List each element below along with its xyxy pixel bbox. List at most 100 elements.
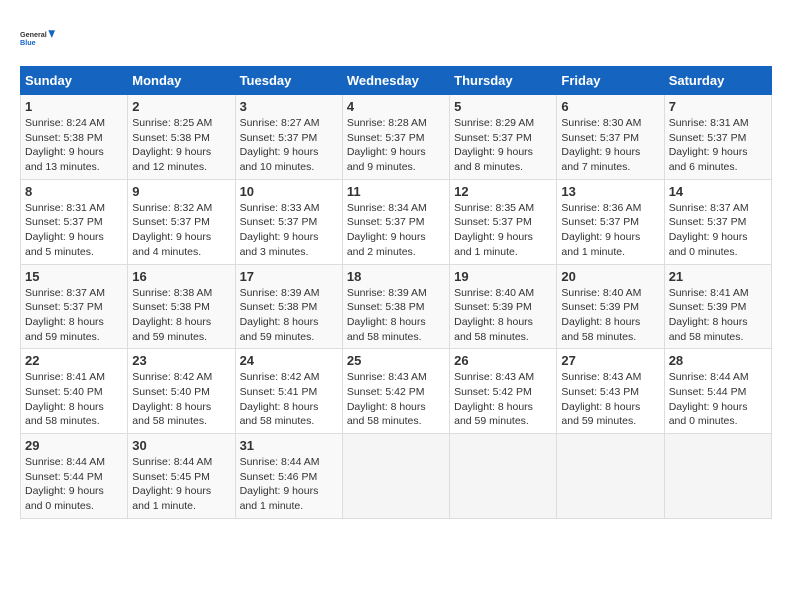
day-info: Sunrise: 8:33 AM Sunset: 5:37 PM Dayligh… — [240, 201, 338, 260]
day-info: Sunrise: 8:44 AM Sunset: 5:45 PM Dayligh… — [132, 455, 230, 514]
calendar-week-row: 22 Sunrise: 8:41 AM Sunset: 5:40 PM Dayli… — [21, 349, 772, 434]
calendar-cell: 27 Sunrise: 8:43 AM Sunset: 5:43 PM Dayli… — [557, 349, 664, 434]
svg-text:Blue: Blue — [20, 38, 36, 47]
calendar-body: 1Sunrise: 8:24 AM Sunset: 5:38 PM Daylig… — [21, 95, 772, 519]
calendar-week-row: 15Sunrise: 8:37 AM Sunset: 5:37 PM Dayli… — [21, 264, 772, 349]
day-info: Sunrise: 8:40 AM Sunset: 5:39 PM Dayligh… — [454, 286, 552, 345]
day-number: 13 — [561, 184, 659, 199]
day-number: 18 — [347, 269, 445, 284]
day-number: 27 — [561, 353, 659, 368]
day-number: 25 — [347, 353, 445, 368]
weekday-header-tuesday: Tuesday — [235, 67, 342, 95]
calendar-cell: 7Sunrise: 8:31 AM Sunset: 5:37 PM Daylig… — [664, 95, 771, 180]
calendar-cell: 11 Sunrise: 8:34 AM Sunset: 5:37 PM Dayli… — [342, 179, 449, 264]
day-info: Sunrise: 8:31 AM Sunset: 5:37 PM Dayligh… — [25, 201, 123, 260]
day-number: 19 — [454, 269, 552, 284]
calendar-cell — [664, 434, 771, 519]
day-info: Sunrise: 8:25 AM Sunset: 5:38 PM Dayligh… — [132, 116, 230, 175]
day-info: Sunrise: 8:43 AM Sunset: 5:42 PM Dayligh… — [454, 370, 552, 429]
day-info: Sunrise: 8:39 AM Sunset: 5:38 PM Dayligh… — [240, 286, 338, 345]
calendar-cell: 18 Sunrise: 8:39 AM Sunset: 5:38 PM Dayli… — [342, 264, 449, 349]
day-number: 30 — [132, 438, 230, 453]
calendar-table: SundayMondayTuesdayWednesdayThursdayFrid… — [20, 66, 772, 519]
day-number: 11 — [347, 184, 445, 199]
weekday-header-saturday: Saturday — [664, 67, 771, 95]
calendar-week-row: 1Sunrise: 8:24 AM Sunset: 5:38 PM Daylig… — [21, 95, 772, 180]
day-info: Sunrise: 8:32 AM Sunset: 5:37 PM Dayligh… — [132, 201, 230, 260]
day-number: 5 — [454, 99, 552, 114]
day-info: Sunrise: 8:44 AM Sunset: 5:44 PM Dayligh… — [669, 370, 767, 429]
day-number: 23 — [132, 353, 230, 368]
day-info: Sunrise: 8:39 AM Sunset: 5:38 PM Dayligh… — [347, 286, 445, 345]
calendar-cell: 25 Sunrise: 8:43 AM Sunset: 5:42 PM Dayli… — [342, 349, 449, 434]
weekday-header-row: SundayMondayTuesdayWednesdayThursdayFrid… — [21, 67, 772, 95]
day-number: 3 — [240, 99, 338, 114]
day-number: 4 — [347, 99, 445, 114]
day-number: 26 — [454, 353, 552, 368]
day-number: 12 — [454, 184, 552, 199]
svg-text:General: General — [20, 30, 47, 39]
calendar-cell: 28 Sunrise: 8:44 AM Sunset: 5:44 PM Dayli… — [664, 349, 771, 434]
calendar-cell — [557, 434, 664, 519]
day-info: Sunrise: 8:44 AM Sunset: 5:44 PM Dayligh… — [25, 455, 123, 514]
calendar-cell: 23Sunrise: 8:42 AM Sunset: 5:40 PM Dayli… — [128, 349, 235, 434]
day-number: 21 — [669, 269, 767, 284]
day-number: 7 — [669, 99, 767, 114]
calendar-header: SundayMondayTuesdayWednesdayThursdayFrid… — [21, 67, 772, 95]
day-number: 9 — [132, 184, 230, 199]
calendar-cell: 22 Sunrise: 8:41 AM Sunset: 5:40 PM Dayli… — [21, 349, 128, 434]
day-info: Sunrise: 8:41 AM Sunset: 5:39 PM Dayligh… — [669, 286, 767, 345]
calendar-cell: 26 Sunrise: 8:43 AM Sunset: 5:42 PM Dayli… — [450, 349, 557, 434]
weekday-header-monday: Monday — [128, 67, 235, 95]
logo-icon: GeneralBlue — [20, 20, 56, 56]
calendar-cell: 10 Sunrise: 8:33 AM Sunset: 5:37 PM Dayli… — [235, 179, 342, 264]
day-info: Sunrise: 8:43 AM Sunset: 5:43 PM Dayligh… — [561, 370, 659, 429]
calendar-cell: 17Sunrise: 8:39 AM Sunset: 5:38 PM Dayli… — [235, 264, 342, 349]
calendar-cell: 24 Sunrise: 8:42 AM Sunset: 5:41 PM Dayli… — [235, 349, 342, 434]
day-info: Sunrise: 8:41 AM Sunset: 5:40 PM Dayligh… — [25, 370, 123, 429]
day-info: Sunrise: 8:36 AM Sunset: 5:37 PM Dayligh… — [561, 201, 659, 260]
day-info: Sunrise: 8:42 AM Sunset: 5:41 PM Dayligh… — [240, 370, 338, 429]
day-number: 28 — [669, 353, 767, 368]
day-number: 16 — [132, 269, 230, 284]
calendar-cell: 16 Sunrise: 8:38 AM Sunset: 5:38 PM Dayli… — [128, 264, 235, 349]
day-info: Sunrise: 8:37 AM Sunset: 5:37 PM Dayligh… — [25, 286, 123, 345]
weekday-header-thursday: Thursday — [450, 67, 557, 95]
day-info: Sunrise: 8:27 AM Sunset: 5:37 PM Dayligh… — [240, 116, 338, 175]
day-info: Sunrise: 8:38 AM Sunset: 5:38 PM Dayligh… — [132, 286, 230, 345]
day-number: 24 — [240, 353, 338, 368]
calendar-cell: 29 Sunrise: 8:44 AM Sunset: 5:44 PM Dayli… — [21, 434, 128, 519]
calendar-cell: 21 Sunrise: 8:41 AM Sunset: 5:39 PM Dayli… — [664, 264, 771, 349]
day-number: 8 — [25, 184, 123, 199]
calendar-cell: 4Sunrise: 8:28 AM Sunset: 5:37 PM Daylig… — [342, 95, 449, 180]
calendar-cell: 14Sunrise: 8:37 AM Sunset: 5:37 PM Dayli… — [664, 179, 771, 264]
day-info: Sunrise: 8:29 AM Sunset: 5:37 PM Dayligh… — [454, 116, 552, 175]
weekday-header-sunday: Sunday — [21, 67, 128, 95]
day-number: 22 — [25, 353, 123, 368]
day-number: 10 — [240, 184, 338, 199]
day-info: Sunrise: 8:34 AM Sunset: 5:37 PM Dayligh… — [347, 201, 445, 260]
day-number: 29 — [25, 438, 123, 453]
calendar-cell: 1Sunrise: 8:24 AM Sunset: 5:38 PM Daylig… — [21, 95, 128, 180]
calendar-cell: 12 Sunrise: 8:35 AM Sunset: 5:37 PM Dayli… — [450, 179, 557, 264]
calendar-week-row: 8 Sunrise: 8:31 AM Sunset: 5:37 PM Daylig… — [21, 179, 772, 264]
calendar-cell: 3 Sunrise: 8:27 AM Sunset: 5:37 PM Daylig… — [235, 95, 342, 180]
calendar-cell: 30 Sunrise: 8:44 AM Sunset: 5:45 PM Dayli… — [128, 434, 235, 519]
calendar-cell: 5 Sunrise: 8:29 AM Sunset: 5:37 PM Daylig… — [450, 95, 557, 180]
weekday-header-friday: Friday — [557, 67, 664, 95]
calendar-week-row: 29 Sunrise: 8:44 AM Sunset: 5:44 PM Dayli… — [21, 434, 772, 519]
header: GeneralBlue — [20, 20, 772, 56]
calendar-cell: 31Sunrise: 8:44 AM Sunset: 5:46 PM Dayli… — [235, 434, 342, 519]
calendar-cell: 2 Sunrise: 8:25 AM Sunset: 5:38 PM Daylig… — [128, 95, 235, 180]
day-info: Sunrise: 8:30 AM Sunset: 5:37 PM Dayligh… — [561, 116, 659, 175]
day-info: Sunrise: 8:35 AM Sunset: 5:37 PM Dayligh… — [454, 201, 552, 260]
calendar-cell — [342, 434, 449, 519]
calendar-cell: 6 Sunrise: 8:30 AM Sunset: 5:37 PM Daylig… — [557, 95, 664, 180]
calendar-cell: 8 Sunrise: 8:31 AM Sunset: 5:37 PM Daylig… — [21, 179, 128, 264]
day-info: Sunrise: 8:43 AM Sunset: 5:42 PM Dayligh… — [347, 370, 445, 429]
day-number: 31 — [240, 438, 338, 453]
day-number: 6 — [561, 99, 659, 114]
day-number: 1 — [25, 99, 123, 114]
day-number: 2 — [132, 99, 230, 114]
calendar-cell: 15Sunrise: 8:37 AM Sunset: 5:37 PM Dayli… — [21, 264, 128, 349]
